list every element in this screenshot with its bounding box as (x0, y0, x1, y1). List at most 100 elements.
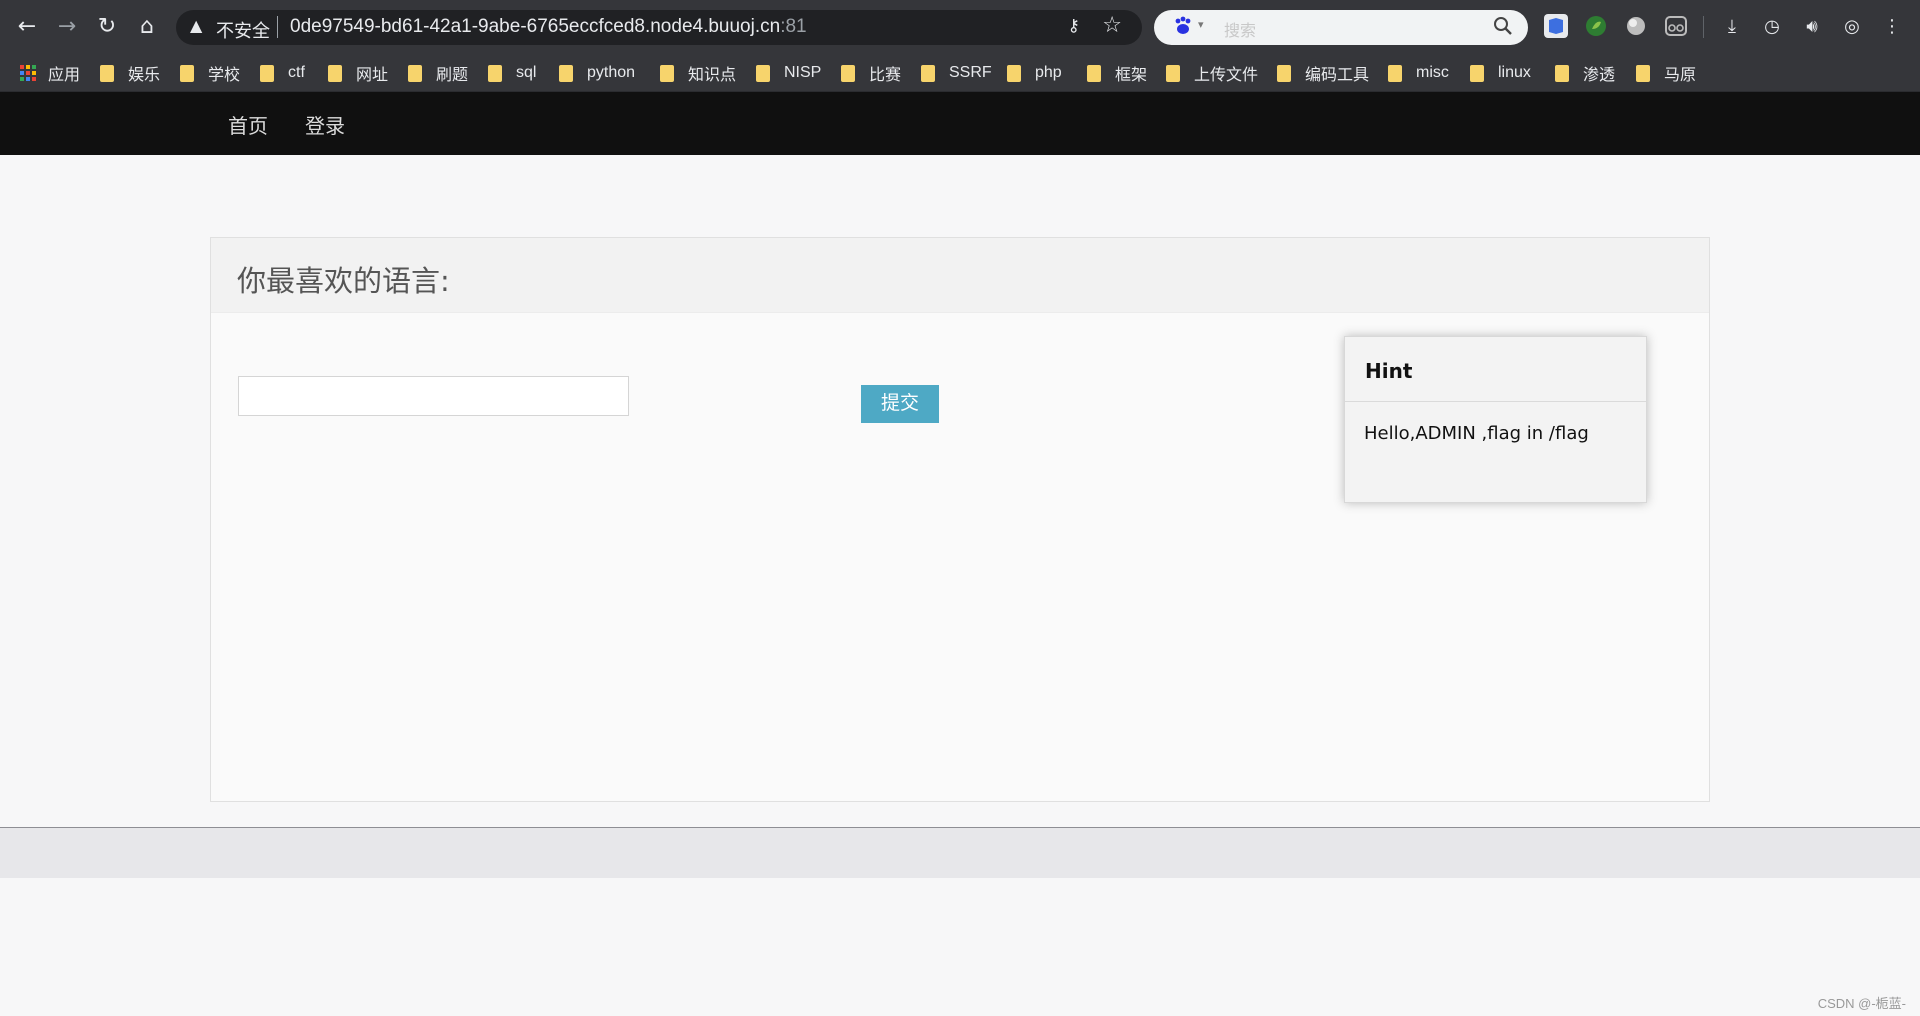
bookmark-folder[interactable]: sql (488, 54, 536, 92)
bookmark-label: 应用 (48, 67, 81, 84)
nav-home-link[interactable]: 首页 (228, 110, 268, 139)
folder-icon (180, 64, 194, 82)
bookmark-label: ctf (288, 64, 305, 81)
folder-icon (328, 64, 342, 82)
url-text[interactable]: 0de97549-bd61-42a1-9abe-6765eccfced8.nod… (290, 16, 807, 38)
folder-icon (488, 64, 502, 82)
bookmark-label: 上传文件 (1194, 67, 1259, 84)
bookmark-folder[interactable]: SSRF (921, 54, 992, 92)
panel-header: 你最喜欢的语言: (211, 238, 1709, 313)
extension-globe-icon[interactable] (1624, 14, 1648, 38)
hint-card: Hint Hello,ADMIN ,flag in /flag (1344, 336, 1647, 503)
bookmark-label: 马原 (1664, 67, 1697, 84)
url-host: 0de97549-bd61-42a1-9abe-6765eccfced8.nod… (290, 16, 781, 37)
security-label: 不安全 (216, 21, 270, 41)
bookmark-label: 知识点 (688, 67, 737, 84)
folder-icon (1470, 64, 1484, 82)
search-box[interactable]: ▾ 搜索 (1154, 10, 1528, 45)
bookmark-folder[interactable]: 编码工具 (1277, 54, 1369, 92)
search-engine-dropdown-icon[interactable]: ▾ (1198, 18, 1204, 31)
extension-translate-icon[interactable] (1544, 14, 1568, 38)
warning-icon: ▲ (190, 16, 203, 35)
bookmark-label: 比赛 (869, 67, 902, 84)
history-clock-icon[interactable]: ◷ (1759, 12, 1785, 42)
bookmark-folder[interactable]: ctf (260, 54, 305, 92)
bookmark-label: 学校 (208, 67, 241, 84)
hint-title: Hint (1365, 359, 1413, 383)
folder-icon (559, 64, 573, 82)
bookmark-label: 刷题 (436, 67, 469, 84)
bookmark-label: 框架 (1115, 67, 1148, 84)
bookmark-folder[interactable]: misc (1388, 54, 1449, 92)
bookmark-folder[interactable]: python (559, 54, 635, 92)
bookmark-label: php (1035, 64, 1062, 81)
bookmark-folder[interactable]: linux (1470, 54, 1531, 92)
bookmark-folder[interactable]: 娱乐 (100, 54, 160, 92)
panel-title: 你最喜欢的语言: (237, 264, 450, 298)
language-input[interactable] (238, 376, 629, 416)
search-icon[interactable] (1492, 15, 1514, 37)
reload-icon[interactable]: ↻ (92, 12, 122, 42)
extension-leaf-icon[interactable] (1584, 14, 1608, 38)
folder-icon (921, 64, 935, 82)
bookmark-folder[interactable]: 上传文件 (1166, 54, 1258, 92)
bookmark-star-icon[interactable]: ☆ (1102, 13, 1122, 38)
hint-divider (1345, 401, 1646, 402)
forward-arrow-icon[interactable]: → (52, 12, 82, 42)
nav-login-link[interactable]: 登录 (305, 110, 345, 139)
folder-icon (756, 64, 770, 82)
folder-icon (260, 64, 274, 82)
bookmark-folder[interactable]: 学校 (180, 54, 240, 92)
folder-icon (100, 64, 114, 82)
download-icon[interactable]: ⤓ (1719, 12, 1745, 42)
bookmark-label: python (587, 64, 636, 81)
language-panel: 你最喜欢的语言: 提交 Hint Hello,ADMIN ,flag in /f… (210, 237, 1710, 802)
bookmark-label: 网址 (356, 67, 389, 84)
bookmark-folder[interactable]: NISP (756, 54, 821, 92)
bookmark-folder[interactable]: 框架 (1087, 54, 1147, 92)
search-placeholder: 搜索 (1224, 21, 1257, 40)
site-navbar: 首页 登录 (0, 92, 1920, 155)
bookmark-apps[interactable]: 应用 (20, 54, 80, 92)
folder-icon (1166, 64, 1180, 82)
folder-icon (1636, 64, 1650, 82)
key-icon[interactable]: ⚷ (1068, 16, 1080, 36)
bookmark-folder[interactable]: 马原 (1636, 54, 1696, 92)
folder-icon (1388, 64, 1402, 82)
browser-toolbar: ← → ↻ ⌂ ▲ 不安全 0de97549-bd61-42a1-9abe-67… (0, 0, 1920, 54)
page-footer (0, 828, 1920, 878)
bookmark-folder[interactable]: 刷题 (408, 54, 468, 92)
folder-icon (1007, 64, 1021, 82)
more-menu-icon[interactable]: ⋮ (1879, 12, 1905, 42)
submit-button[interactable]: 提交 (861, 385, 939, 423)
bookmark-label: NISP (784, 64, 822, 81)
bookmark-folder[interactable]: php (1007, 54, 1062, 92)
apps-grid-icon (20, 65, 36, 81)
back-arrow-icon[interactable]: ← (12, 12, 42, 42)
bookmark-label: sql (516, 64, 537, 81)
bookmark-label: misc (1416, 64, 1449, 81)
volume-icon[interactable]: 🔊︎ (1799, 12, 1825, 42)
incognito-profile-icon[interactable]: ◎ (1839, 12, 1865, 42)
bookmark-label: linux (1498, 64, 1531, 81)
bookmark-folder[interactable]: 渗透 (1555, 54, 1615, 92)
home-icon[interactable]: ⌂ (132, 12, 162, 42)
folder-icon (841, 64, 855, 82)
folder-icon (660, 64, 674, 82)
toolbar-divider (1703, 16, 1704, 38)
address-bar[interactable]: ▲ 不安全 0de97549-bd61-42a1-9abe-6765eccfce… (176, 10, 1142, 45)
hint-body: Hello,ADMIN ,flag in /flag (1364, 423, 1589, 444)
bookmark-label: 编码工具 (1305, 67, 1370, 84)
folder-icon (1087, 64, 1101, 82)
bookmark-label: 娱乐 (128, 67, 161, 84)
bookmarks-bar: 应用 娱乐 学校 ctf 网址 刷题 sql python 知识点 NISP 比… (0, 54, 1920, 92)
bookmark-label: 渗透 (1583, 67, 1616, 84)
bookmark-folder[interactable]: 比赛 (841, 54, 901, 92)
extension-glasses-icon[interactable] (1664, 14, 1688, 38)
address-separator (277, 16, 278, 38)
bookmark-folder[interactable]: 网址 (328, 54, 388, 92)
folder-icon (1277, 64, 1291, 82)
baidu-paw-icon (1172, 15, 1194, 37)
bookmark-folder[interactable]: 知识点 (660, 54, 736, 92)
watermark: CSDN @-栀蓝- (1817, 996, 1906, 1011)
